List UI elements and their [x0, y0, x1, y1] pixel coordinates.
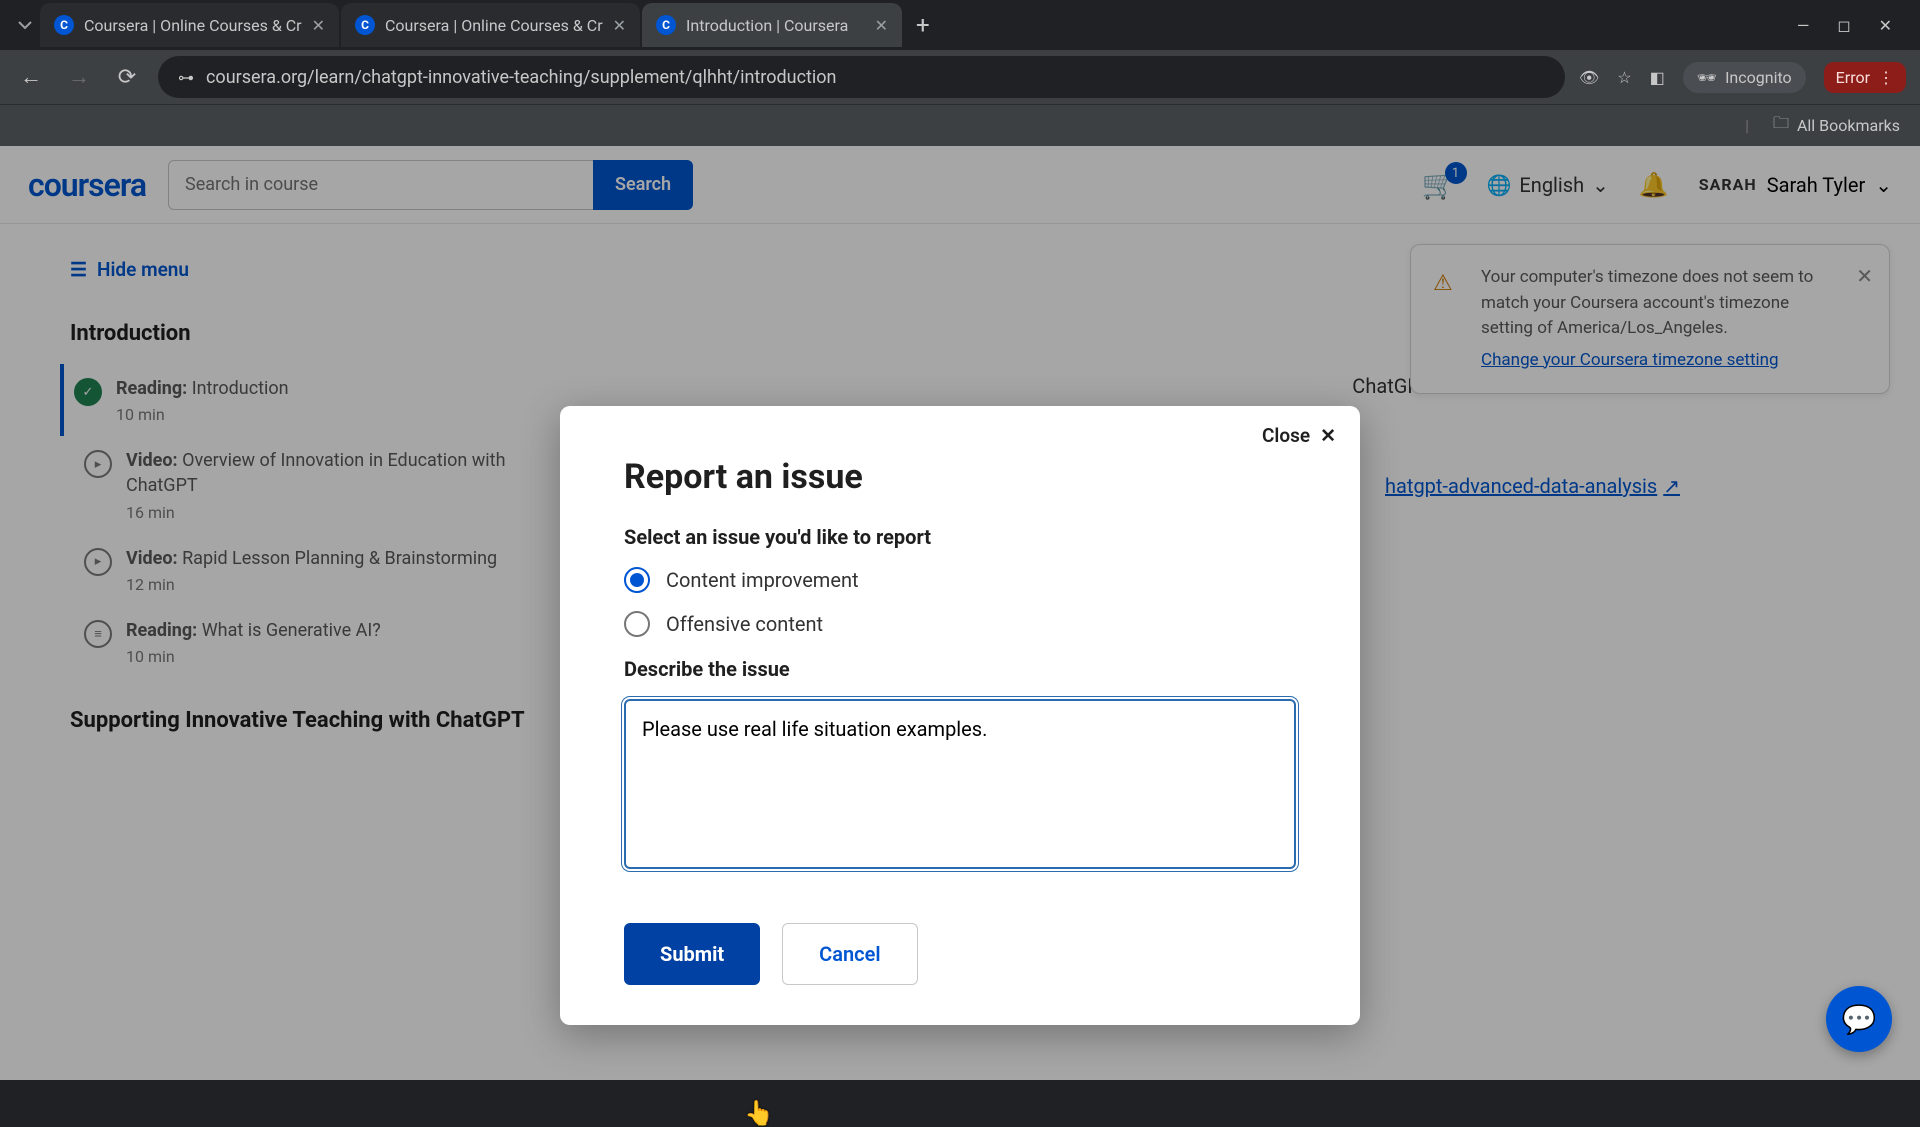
- url-text: coursera.org/learn/chatgpt-innovative-te…: [206, 67, 1545, 88]
- coursera-favicon: C: [355, 15, 375, 35]
- radio-offensive-content[interactable]: Offensive content: [624, 611, 1296, 637]
- menu-dots-icon: ⋮: [1878, 68, 1894, 87]
- tab-title: Coursera | Online Courses & Cr: [385, 16, 603, 35]
- incognito-icon: 🕶: [1697, 68, 1717, 87]
- tab-bar: C Coursera | Online Courses & Cr ✕ C Cou…: [0, 0, 1920, 50]
- chat-icon: 💬: [1842, 1003, 1877, 1036]
- window-controls: — ◻ ✕: [1797, 16, 1910, 35]
- browser-chrome: C Coursera | Online Courses & Cr ✕ C Cou…: [0, 0, 1920, 146]
- report-issue-modal: Close ✕ Report an issue Select an issue …: [560, 406, 1360, 1025]
- maximize-icon[interactable]: ◻: [1837, 16, 1850, 35]
- close-modal-button[interactable]: Close ✕: [1262, 424, 1336, 447]
- browser-tab-active[interactable]: C Introduction | Coursera ✕: [642, 3, 902, 47]
- tab-title: Coursera | Online Courses & Cr: [84, 16, 302, 35]
- forward-button[interactable]: →: [62, 60, 96, 94]
- bookmark-bar: | 🗀 All Bookmarks: [0, 104, 1920, 146]
- page-content: coursera Search 🛒1 🌐 English ⌄ 🔔 SARAH S…: [0, 146, 1920, 1080]
- select-issue-label: Select an issue you'd like to report: [624, 525, 1296, 549]
- coursera-favicon: C: [54, 15, 74, 35]
- close-icon[interactable]: ✕: [613, 16, 626, 35]
- close-window-icon[interactable]: ✕: [1879, 16, 1892, 35]
- reload-button[interactable]: ⟳: [110, 60, 144, 94]
- radio-unselected-icon: [624, 611, 650, 637]
- browser-tab[interactable]: C Coursera | Online Courses & Cr ✕: [341, 3, 640, 47]
- mouse-cursor: 👆: [744, 1099, 774, 1127]
- address-bar: ← → ⟳ ⊶ coursera.org/learn/chatgpt-innov…: [0, 50, 1920, 104]
- describe-label: Describe the issue: [624, 657, 1296, 681]
- issue-description-textarea[interactable]: [624, 699, 1296, 869]
- folder-icon: 🗀: [1773, 112, 1789, 139]
- site-info-icon[interactable]: ⊶: [178, 68, 194, 87]
- new-tab-button[interactable]: +: [902, 11, 944, 39]
- chat-fab[interactable]: 💬: [1826, 986, 1892, 1052]
- eye-off-icon[interactable]: 👁: [1579, 68, 1599, 87]
- radio-content-improvement[interactable]: Content improvement: [624, 567, 1296, 593]
- url-field[interactable]: ⊶ coursera.org/learn/chatgpt-innovative-…: [158, 56, 1565, 98]
- cancel-button[interactable]: Cancel: [782, 923, 917, 985]
- bookmark-star-icon[interactable]: ☆: [1617, 68, 1631, 87]
- incognito-chip[interactable]: 🕶 Incognito: [1683, 62, 1806, 93]
- close-icon[interactable]: ✕: [312, 16, 325, 35]
- tab-title: Introduction | Coursera: [686, 16, 865, 35]
- error-chip[interactable]: Error ⋮: [1824, 62, 1906, 93]
- submit-button[interactable]: Submit: [624, 923, 760, 985]
- minimize-icon[interactable]: —: [1797, 16, 1810, 35]
- close-icon: ✕: [1320, 424, 1336, 447]
- radio-selected-icon: [624, 567, 650, 593]
- modal-title: Report an issue: [624, 457, 1296, 497]
- back-button[interactable]: ←: [14, 60, 48, 94]
- all-bookmarks-link[interactable]: All Bookmarks: [1797, 116, 1900, 135]
- panel-icon[interactable]: ◧: [1650, 68, 1665, 87]
- browser-tab[interactable]: C Coursera | Online Courses & Cr ✕: [40, 3, 339, 47]
- coursera-favicon: C: [656, 15, 676, 35]
- close-icon[interactable]: ✕: [875, 16, 888, 35]
- tab-search-dropdown[interactable]: [10, 10, 40, 40]
